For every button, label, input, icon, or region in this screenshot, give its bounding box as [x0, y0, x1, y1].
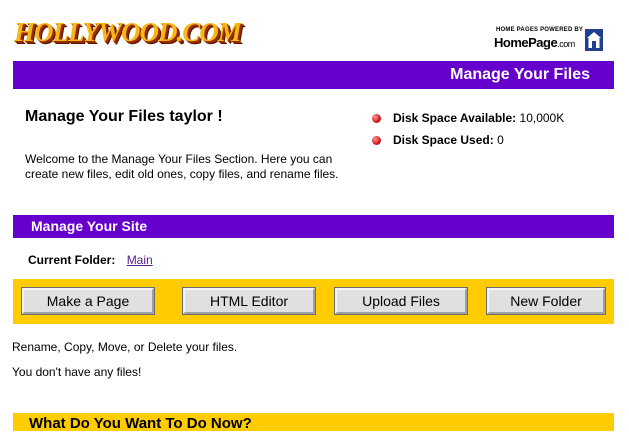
hollywood-logo[interactable]: HOLLYWOOD.COM	[14, 12, 242, 52]
action-toolbar: Make a Page HTML Editor Upload Files New…	[13, 279, 614, 324]
welcome-text: Welcome to the Manage Your Files Section…	[25, 152, 339, 181]
file-actions-text: Rename, Copy, Move, or Delete your files…	[12, 340, 238, 354]
disk-space-available: Disk Space Available: 10,000K	[372, 111, 564, 125]
no-files-message: You don't have any files!	[12, 365, 142, 379]
new-folder-button[interactable]: New Folder	[486, 287, 606, 315]
house-icon	[585, 29, 603, 51]
bullet-icon	[372, 136, 381, 145]
welcome-heading: Manage Your Files taylor !	[25, 108, 223, 125]
current-folder-label: Current Folder:	[28, 253, 116, 267]
html-editor-button[interactable]: HTML Editor	[182, 287, 316, 315]
next-steps-bar: What Do You Want To Do Now?	[13, 413, 614, 432]
manage-site-heading: Manage Your Site	[31, 218, 148, 234]
upload-files-button[interactable]: Upload Files	[334, 287, 468, 315]
make-page-button[interactable]: Make a Page	[21, 287, 155, 315]
current-folder: Current Folder: Main	[28, 253, 153, 267]
page-header-bar: Manage Your Files	[13, 61, 614, 89]
page-title: Manage Your Files	[450, 66, 590, 83]
bullet-icon	[372, 114, 381, 123]
disk-space-used: Disk Space Used: 0	[372, 133, 504, 147]
folder-link-main[interactable]: Main	[127, 253, 153, 267]
powered-by-brand: HomePage.com	[494, 35, 575, 50]
powered-by-caption: HOME PAGES POWERED BY	[496, 27, 584, 33]
logo-text: HOLLYWOOD.COM	[14, 17, 242, 47]
powered-by-homepage[interactable]: HOME PAGES POWERED BY HomePage.com	[494, 27, 604, 53]
manage-site-bar: Manage Your Site	[13, 215, 614, 238]
next-steps-heading: What Do You Want To Do Now?	[29, 415, 252, 432]
